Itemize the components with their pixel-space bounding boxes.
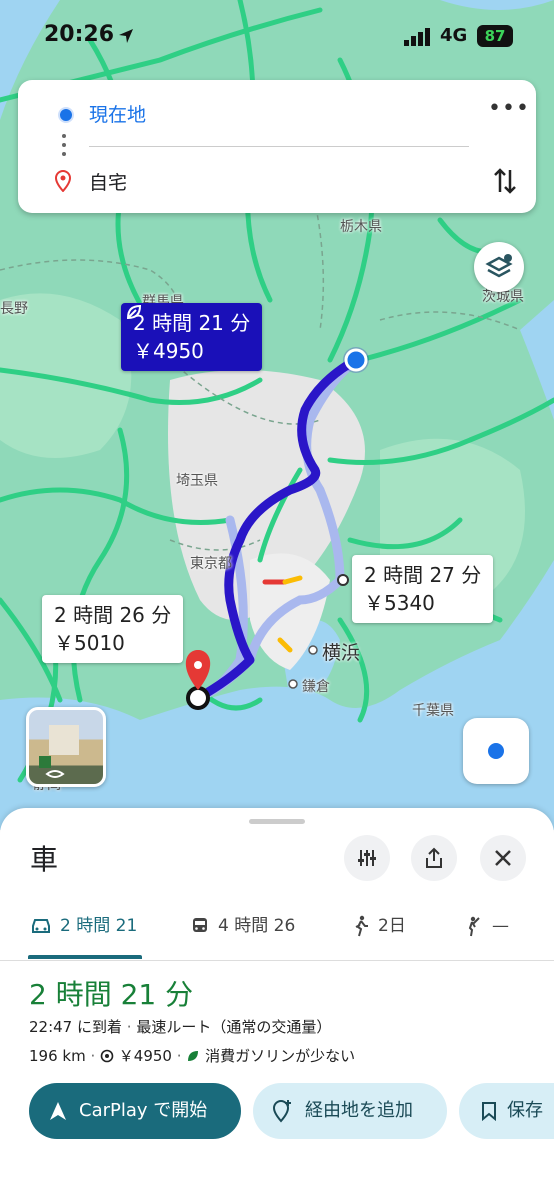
- route-callout-alt-1[interactable]: 2 時間 27 分 ￥5340: [352, 555, 494, 623]
- button-label: 保存: [507, 1100, 543, 1121]
- route-toll: ￥5010: [54, 631, 125, 655]
- eco-leaf-icon: [126, 304, 142, 320]
- route-time: 2 時間 21 分: [133, 311, 251, 335]
- button-label: 経由地を追加: [305, 1100, 413, 1121]
- travel-mode-tabs: 2 時間 21 4 時間 26 2日 —: [0, 908, 554, 961]
- my-location-button[interactable]: [463, 718, 529, 784]
- street-view-thumbnail[interactable]: [26, 707, 106, 787]
- status-time: 20:26: [44, 22, 115, 47]
- route-toll: ￥5340: [364, 591, 435, 615]
- route-options-button[interactable]: [344, 835, 390, 881]
- route-time: 2 時間 27 分: [364, 563, 482, 587]
- origin-dot-icon: [58, 107, 74, 123]
- sheet-handle[interactable]: [249, 819, 305, 824]
- tab-transit[interactable]: 4 時間 26: [190, 908, 295, 958]
- destination-field[interactable]: 自宅: [89, 168, 127, 195]
- mode-title: 車: [30, 843, 59, 876]
- location-arrow-icon: [119, 29, 133, 43]
- route-distance: 196 km: [29, 1047, 86, 1065]
- more-options-icon[interactable]: •••: [488, 96, 530, 121]
- train-icon: [193, 918, 207, 932]
- map-label-yokohama: 横浜: [322, 642, 361, 664]
- battery-icon: 87: [477, 25, 513, 47]
- share-button[interactable]: [411, 835, 457, 881]
- separator-dot: ·: [171, 1047, 187, 1065]
- eco-leaf-icon: [188, 1051, 199, 1061]
- map-label-nagano: 長野: [0, 301, 28, 317]
- destination-pin-icon: [54, 170, 72, 192]
- close-button[interactable]: [480, 835, 526, 881]
- share-icon: [426, 847, 442, 868]
- tab-ride-hail[interactable]: —: [464, 908, 509, 958]
- map-label-saitama: 埼玉県: [176, 473, 218, 489]
- street-view-icon: [39, 725, 79, 778]
- arrival-info: 22:47 に到着 · 最速ルート（通常の交通量）: [29, 1016, 331, 1037]
- add-stop-button[interactable]: 経由地を追加: [253, 1083, 447, 1139]
- map-label-kamakura: 鎌倉: [302, 679, 330, 695]
- tab-label: —: [492, 916, 509, 936]
- map-label-chiba: 千葉県: [412, 703, 454, 719]
- route-details: 196 km · ￥4950 · 消費ガソリンが少ない: [29, 1045, 355, 1066]
- route-callout-alt-2[interactable]: 2 時間 26 分 ￥5010: [42, 595, 184, 663]
- car-icon: [32, 919, 50, 933]
- directions-card: 現在地 自宅 •••: [18, 80, 536, 213]
- divider: [89, 146, 469, 147]
- battery-level: 87: [484, 27, 506, 45]
- bookmark-icon: [482, 1102, 496, 1122]
- walk-icon: [355, 915, 368, 937]
- layers-icon: [485, 254, 513, 278]
- close-icon: [495, 850, 511, 866]
- tab-car[interactable]: 2 時間 21: [30, 908, 137, 958]
- route-time: 2 時間 26 分: [54, 603, 172, 627]
- tab-label: 4 時間 26: [218, 916, 296, 936]
- sliders-icon: [358, 850, 376, 866]
- status-bar: 20:26 4G 87: [0, 0, 554, 70]
- active-tab-indicator: [28, 955, 142, 959]
- tab-label: 2日: [378, 916, 406, 936]
- add-location-icon: [272, 1100, 291, 1123]
- separator-dot: ·: [85, 1047, 101, 1065]
- tab-label: 2 時間 21: [60, 916, 138, 936]
- route-toll: ￥4950: [133, 339, 204, 363]
- start-carplay-button[interactable]: CarPlay で開始: [29, 1083, 241, 1139]
- separator-dot: ·: [122, 1018, 137, 1036]
- my-location-icon: [488, 743, 504, 759]
- map-label-tokyo: 東京都: [190, 556, 232, 572]
- toll-amount: ￥4950: [118, 1047, 172, 1065]
- toll-icon: [100, 1049, 114, 1063]
- tab-walk[interactable]: 2日: [352, 908, 406, 958]
- route-duration: 2 時間 21 分: [29, 978, 194, 1011]
- button-label: CarPlay で開始: [79, 1100, 208, 1121]
- layers-button[interactable]: [474, 242, 524, 292]
- eco-label: 消費ガソリンが少ない: [205, 1047, 356, 1065]
- bottom-sheet: 車 2 時間 21 4 時間 26 2日 — 2 時間 21 分 22:47 に…: [0, 808, 554, 1199]
- network-type: 4G: [440, 25, 468, 46]
- route-callout-selected[interactable]: 2 時間 21 分 ￥4950: [121, 303, 263, 371]
- navigation-arrow-icon: [50, 1102, 66, 1120]
- origin-field[interactable]: 現在地: [89, 100, 146, 127]
- ride-hail-icon: [468, 916, 480, 937]
- swap-icon[interactable]: [492, 166, 518, 196]
- arrival-time: 22:47 に到着: [29, 1018, 122, 1036]
- route-description: 最速ルート（通常の交通量）: [136, 1018, 332, 1036]
- map-label-tochigi: 栃木県: [340, 219, 382, 235]
- vertical-dots-icon: [62, 134, 66, 161]
- save-button[interactable]: 保存: [459, 1083, 554, 1139]
- signal-icon: [404, 28, 430, 46]
